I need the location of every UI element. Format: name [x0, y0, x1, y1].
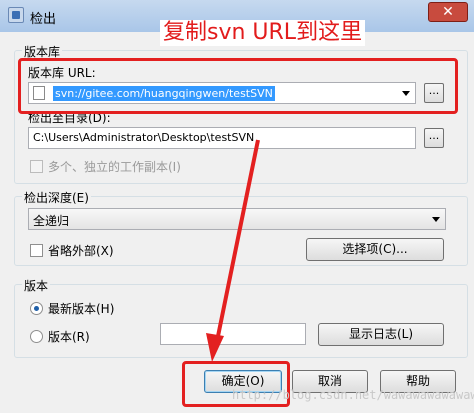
depth-combobox[interactable]: 全递归 — [28, 208, 446, 230]
chevron-down-icon[interactable] — [432, 217, 440, 222]
revision-input[interactable] — [160, 323, 306, 345]
window-title: 检出 — [30, 12, 57, 27]
omit-externals-label: 省略外部(X) — [48, 244, 114, 258]
multi-wc-checkbox[interactable] — [30, 160, 43, 173]
watermark: http://blog.csdn.net/wawawawawawawa — [232, 388, 474, 402]
revision-group — [14, 284, 468, 358]
browse-dir-button[interactable]: ... — [424, 128, 444, 148]
depth-options-button[interactable]: 选择项(C)... — [306, 238, 444, 261]
close-button[interactable]: ✕ — [428, 2, 468, 22]
checkout-dir-value: C:\Users\Administrator\Desktop\testSVN — [33, 131, 255, 144]
svn-app-icon — [8, 7, 24, 23]
revision-group-label: 版本 — [22, 277, 51, 294]
omit-externals-checkbox[interactable] — [30, 244, 43, 257]
specific-revision-label: 版本(R) — [48, 330, 90, 344]
show-log-button[interactable]: 显示日志(L) — [318, 323, 444, 346]
head-revision-label: 最新版本(H) — [48, 302, 115, 316]
depth-selected: 全递归 — [33, 214, 70, 228]
specific-revision-radio[interactable] — [30, 330, 43, 343]
url-highlight-box — [18, 58, 458, 114]
checkout-dir-input[interactable]: C:\Users\Administrator\Desktop\testSVN — [28, 127, 416, 149]
depth-group-label: 检出深度(E) — [22, 189, 91, 206]
multi-wc-label: 多个、独立的工作副本(I) — [48, 160, 181, 174]
head-revision-radio[interactable] — [30, 302, 43, 315]
annotation-text: 复制svn URL到这里 — [160, 20, 366, 46]
